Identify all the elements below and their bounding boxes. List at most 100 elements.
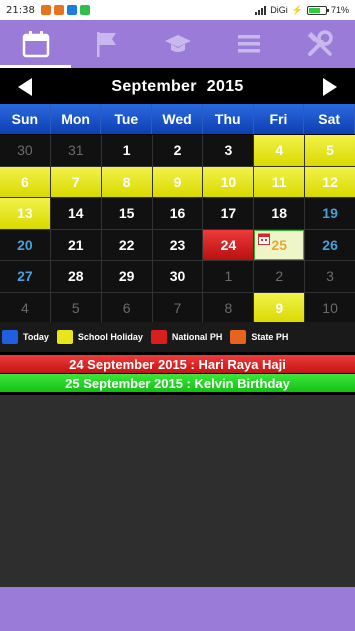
day-cell[interactable]: 8 <box>203 292 254 323</box>
day-number: 23 <box>169 236 186 253</box>
day-number: 25 <box>271 236 287 253</box>
day-number: 19 <box>322 205 338 222</box>
weekday-label: Mon <box>51 104 102 134</box>
legend-swatch <box>230 330 247 344</box>
day-cell[interactable]: 5 <box>50 292 101 323</box>
day-cell[interactable]: 10 <box>203 166 254 197</box>
event-item[interactable]: 25 September 2015 : Kelvin Birthday <box>0 374 355 392</box>
day-cell[interactable]: 1 <box>203 261 254 292</box>
next-month-icon[interactable] <box>323 78 337 96</box>
day-cell[interactable]: 10 <box>305 292 355 323</box>
day-number: 2 <box>275 268 284 285</box>
signal-icon <box>255 5 267 15</box>
day-number: 30 <box>169 268 186 285</box>
legend-label: State PH <box>251 332 289 342</box>
day-cell[interactable]: 24 <box>203 229 254 260</box>
day-cell[interactable]: 7 <box>50 166 101 197</box>
day-cell[interactable]: 18 <box>254 198 305 229</box>
day-cell[interactable]: 3 <box>203 135 254 166</box>
day-cell[interactable]: 12 <box>305 166 355 197</box>
legend-label: National PH <box>171 332 223 342</box>
tab-list[interactable] <box>213 20 284 68</box>
day-cell[interactable]: 2 <box>152 135 203 166</box>
day-cell[interactable]: 9 <box>254 292 305 323</box>
battery-percent: 71% <box>330 5 349 15</box>
day-cell[interactable]: 30 <box>0 135 50 166</box>
charging-icon: ⚡ <box>291 4 303 15</box>
day-number: 6 <box>21 173 29 190</box>
day-cell[interactable]: 3 <box>305 261 355 292</box>
carrier-name: DiGi <box>270 5 288 15</box>
chat-icon <box>79 5 90 15</box>
day-cell[interactable]: 1 <box>101 135 152 166</box>
day-cell[interactable]: 26 <box>305 229 355 260</box>
day-cell[interactable]: 4 <box>254 135 305 166</box>
day-cell[interactable]: 28 <box>50 261 101 292</box>
day-number: 14 <box>67 205 84 222</box>
day-cell[interactable]: 15 <box>101 198 152 229</box>
day-cell[interactable]: 13 <box>0 198 50 229</box>
day-number: 4 <box>275 142 284 159</box>
calendar-grid: 30 31 1 2 3 4 5 6 7 8 9 10 11 12 13 14 15 16 17 18 19 20 21 22 2… <box>0 135 355 323</box>
day-number: 3 <box>224 142 233 159</box>
month-year: 2015 <box>206 78 244 95</box>
day-cell[interactable]: 9 <box>152 166 203 197</box>
day-cell[interactable]: 11 <box>254 166 305 197</box>
day-cell[interactable]: 19 <box>305 198 355 229</box>
day-cell[interactable]: 2 <box>254 261 305 292</box>
day-cell[interactable]: 6 <box>101 292 152 323</box>
day-number: 5 <box>326 142 334 159</box>
day-cell[interactable]: 21 <box>50 229 101 260</box>
day-cell[interactable]: 30 <box>152 261 203 292</box>
day-cell[interactable]: 6 <box>0 166 50 197</box>
app-notification-icon <box>53 5 64 15</box>
tab-bar <box>0 20 355 68</box>
event-list: 24 September 2015 : Hari Raya Haji 25 Se… <box>0 355 355 393</box>
tab-settings[interactable] <box>284 20 355 68</box>
messenger-icon <box>66 5 77 15</box>
day-number: 22 <box>118 236 135 253</box>
day-number: 10 <box>220 173 237 190</box>
day-number: 28 <box>67 268 84 285</box>
legend-swatch <box>2 330 18 344</box>
day-cell[interactable]: 14 <box>50 198 101 229</box>
day-number: 20 <box>17 236 33 253</box>
day-number: 1 <box>122 142 131 159</box>
battery-icon <box>306 5 329 15</box>
bottom-bar <box>0 587 355 631</box>
day-cell[interactable]: 7 <box>152 292 203 323</box>
day-number: 7 <box>173 299 182 316</box>
tab-school[interactable] <box>142 20 213 68</box>
day-number: 6 <box>122 299 131 316</box>
day-cell[interactable]: 5 <box>305 135 355 166</box>
day-cell[interactable]: 29 <box>101 261 152 292</box>
day-cell[interactable]: 20 <box>0 229 50 260</box>
day-number: 27 <box>17 268 33 285</box>
day-number: 5 <box>71 299 80 316</box>
legend-swatch <box>150 330 167 344</box>
day-cell[interactable]: 23 <box>152 229 203 260</box>
day-number: 1 <box>224 268 233 285</box>
tools-icon <box>307 30 333 56</box>
day-cell[interactable]: 4 <box>0 292 50 323</box>
event-item[interactable]: 24 September 2015 : Hari Raya Haji <box>0 355 355 373</box>
day-cell[interactable]: 17 <box>203 198 254 229</box>
day-cell[interactable]: 31 <box>50 135 101 166</box>
day-number: 3 <box>326 268 334 285</box>
month-name: September <box>111 78 197 95</box>
day-number: 21 <box>67 236 84 253</box>
day-cell[interactable]: 27 <box>0 261 50 292</box>
day-cell[interactable]: 25 <box>254 229 305 260</box>
legend-label: School Holiday <box>77 332 143 342</box>
previous-month-icon[interactable] <box>18 78 32 96</box>
day-number: 29 <box>118 268 135 285</box>
weekday-label: Tue <box>101 104 153 134</box>
legend-school-holiday: School Holiday <box>56 330 143 344</box>
day-cell[interactable]: 8 <box>101 166 152 197</box>
tab-holidays[interactable] <box>71 20 142 68</box>
day-cell[interactable]: 16 <box>152 198 203 229</box>
day-cell[interactable]: 22 <box>101 229 152 260</box>
legend-national-ph: National PH <box>150 330 223 344</box>
day-number: 16 <box>169 205 186 222</box>
tab-calendar[interactable] <box>0 20 71 68</box>
